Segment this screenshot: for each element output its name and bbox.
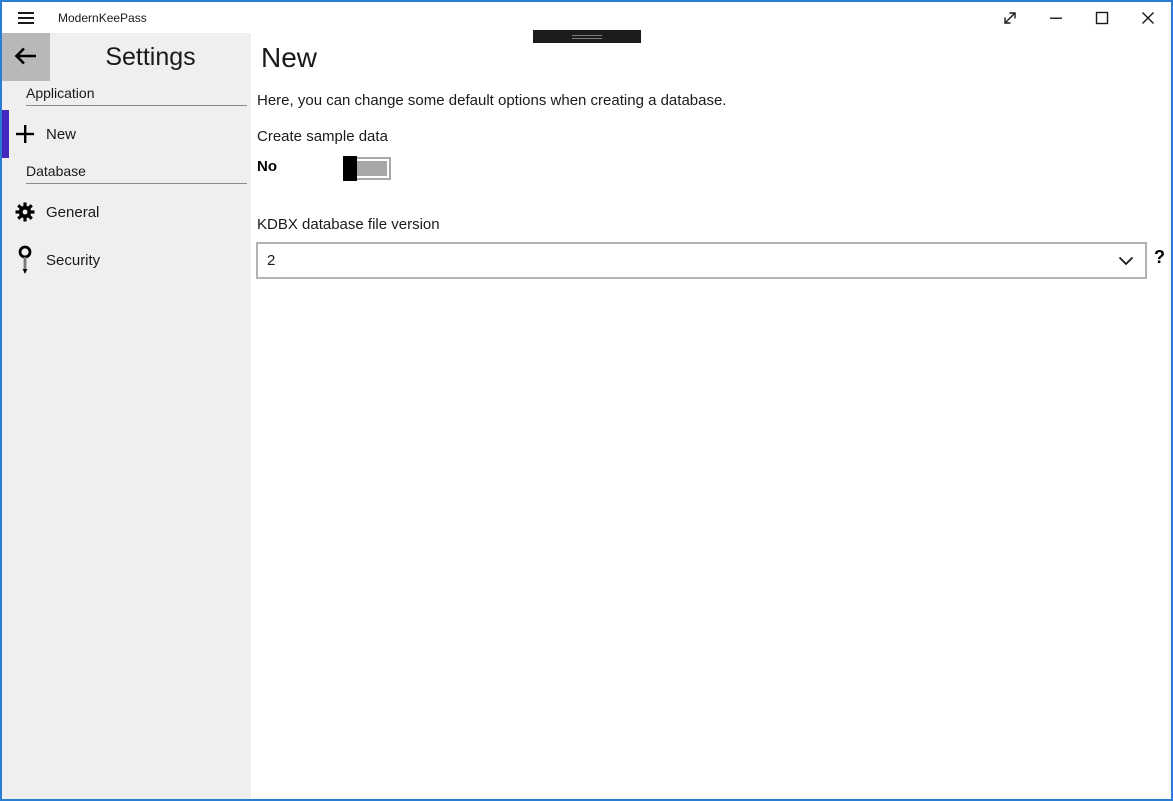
sidebar-item-label: New bbox=[46, 126, 76, 143]
key-icon bbox=[15, 250, 35, 270]
title-bar: ModernKeePass bbox=[2, 2, 1171, 33]
kdbx-version-dropdown[interactable]: 2 bbox=[256, 242, 1147, 279]
fullscreen-icon bbox=[1003, 11, 1017, 25]
create-sample-data-label: Create sample data bbox=[257, 128, 388, 145]
app-window: ModernKeePass bbox=[0, 0, 1173, 801]
window-controls bbox=[987, 2, 1171, 33]
grip-line bbox=[572, 35, 602, 36]
sidebar-item-security[interactable]: Security bbox=[2, 236, 251, 284]
back-arrow-icon bbox=[14, 47, 38, 68]
section-header-database: Database bbox=[26, 163, 247, 184]
settings-page-new: New Here, you can change some default op… bbox=[251, 33, 1171, 799]
sidebar-item-general[interactable]: General bbox=[2, 188, 251, 236]
maximize-button[interactable] bbox=[1079, 2, 1125, 33]
minimize-button[interactable] bbox=[1033, 2, 1079, 33]
close-icon bbox=[1141, 11, 1155, 25]
app-body: Settings Application New Database bbox=[2, 33, 1171, 799]
toggle-state-text: No bbox=[257, 158, 277, 175]
create-sample-data-toggle[interactable] bbox=[343, 157, 391, 180]
hamburger-menu-button[interactable] bbox=[2, 2, 50, 33]
plus-icon bbox=[15, 124, 35, 144]
toggle-thumb bbox=[343, 156, 357, 181]
settings-pane-title: Settings bbox=[50, 33, 251, 81]
sidebar-item-label: Security bbox=[46, 252, 100, 269]
sidebar-item-new[interactable]: New bbox=[2, 110, 251, 158]
close-button[interactable] bbox=[1125, 2, 1171, 33]
section-header-application: Application bbox=[26, 85, 247, 106]
kdbx-help-button[interactable]: ? bbox=[1154, 247, 1165, 268]
fullscreen-button[interactable] bbox=[987, 2, 1033, 33]
back-button[interactable] bbox=[2, 33, 50, 81]
grip-line bbox=[572, 38, 602, 39]
dropdown-selected-value: 2 bbox=[258, 252, 1118, 269]
maximize-icon bbox=[1095, 11, 1109, 25]
minimize-icon bbox=[1049, 11, 1063, 25]
page-title: New bbox=[261, 42, 317, 74]
chevron-down-icon bbox=[1118, 256, 1134, 266]
hamburger-icon bbox=[18, 12, 34, 24]
settings-sidebar: Settings Application New Database bbox=[2, 33, 251, 799]
sidebar-item-label: General bbox=[46, 204, 99, 221]
kdbx-version-label: KDBX database file version bbox=[257, 216, 440, 233]
page-description: Here, you can change some default option… bbox=[257, 92, 726, 109]
gear-icon bbox=[15, 202, 35, 222]
drag-handle[interactable] bbox=[533, 30, 641, 43]
app-title: ModernKeePass bbox=[58, 11, 147, 25]
